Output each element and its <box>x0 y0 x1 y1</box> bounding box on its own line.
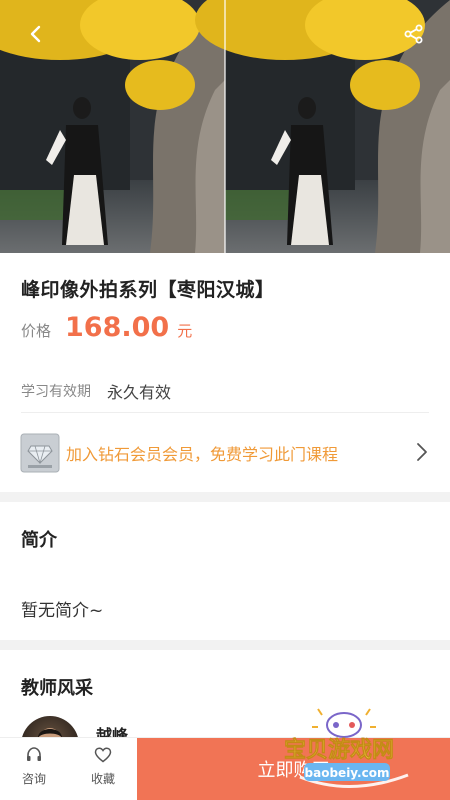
price-label: 价格 <box>21 322 52 340</box>
vip-banner-text: 加入钻石会员会员，免费学习此门课程 <box>66 445 339 464</box>
diamond-badge-icon <box>20 433 60 473</box>
teacher-section-title: 教师风采 <box>21 678 93 699</box>
heart-icon <box>94 747 112 763</box>
price-value: 168.00 <box>65 312 170 343</box>
favorite-label: 收藏 <box>90 772 115 786</box>
validity-row: 学习有效期 永久有效 <box>21 379 171 403</box>
share-button[interactable] <box>398 18 430 50</box>
favorite-button[interactable]: 收藏 <box>78 746 128 787</box>
back-button[interactable] <box>20 18 52 50</box>
price-unit: 元 <box>177 322 193 340</box>
intro-body: 暂无简介~ <box>21 601 104 621</box>
section-separator <box>0 640 450 650</box>
course-title: 峰印像外拍系列【枣阳汉城】 <box>21 279 275 301</box>
validity-value: 永久有效 <box>107 383 172 402</box>
consult-label: 咨询 <box>21 772 46 786</box>
intro-title: 简介 <box>21 530 57 551</box>
divider <box>21 412 429 413</box>
price-row: 价格 168.00 元 <box>21 312 192 343</box>
section-separator <box>0 492 450 502</box>
chevron-left-icon <box>30 25 41 43</box>
headset-icon <box>27 747 41 761</box>
hero-photo <box>0 0 450 253</box>
bottom-action-bar: 咨询 收藏 立即购买 <box>0 737 450 800</box>
share-icon <box>404 24 423 44</box>
validity-label: 学习有效期 <box>21 384 91 400</box>
buy-now-button[interactable]: 立即购买 <box>137 738 450 800</box>
vip-banner[interactable]: 加入钻石会员会员，免费学习此门课程 <box>0 430 450 476</box>
consult-button[interactable]: 咨询 <box>9 746 59 787</box>
hero-image <box>0 0 450 253</box>
chevron-right-icon <box>417 443 427 461</box>
